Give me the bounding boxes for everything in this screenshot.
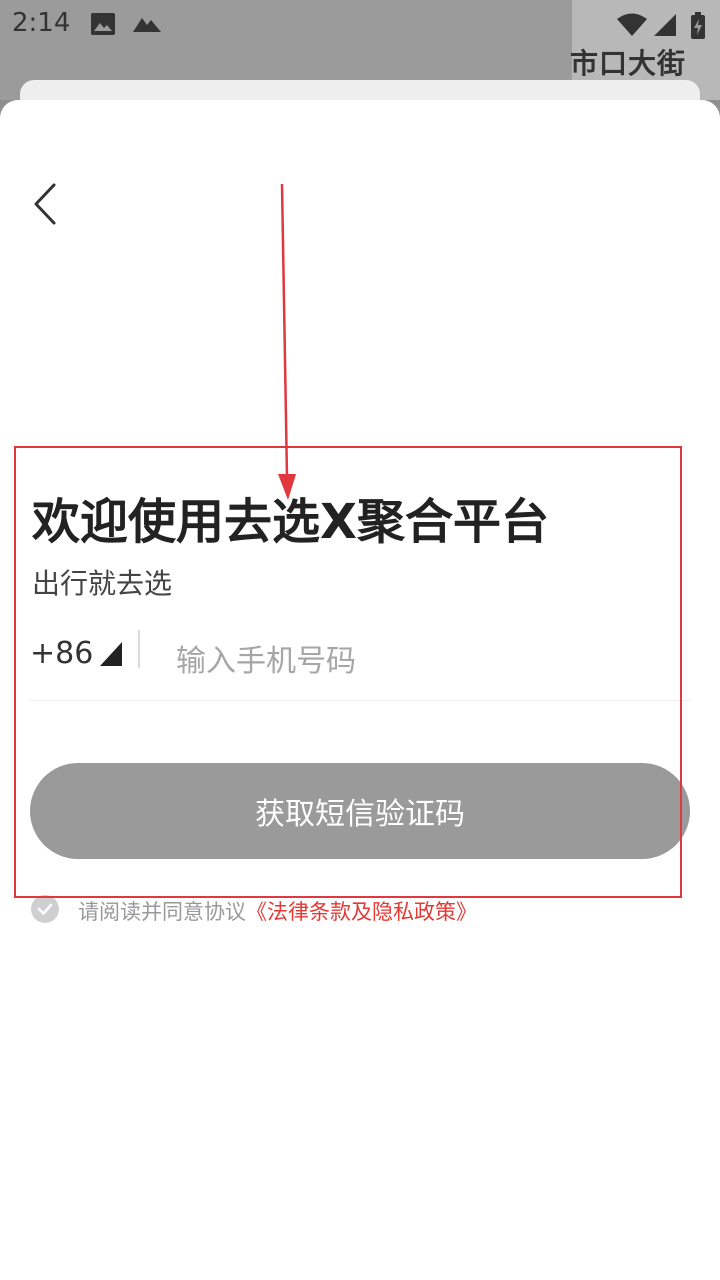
dropdown-triangle-icon[interactable] (100, 642, 122, 666)
status-time: 2:14 (12, 8, 71, 38)
image-icon (91, 13, 115, 35)
wifi-icon (617, 13, 647, 36)
page-subtitle: 出行就去选 (32, 567, 173, 600)
page-title: 欢迎使用去选X聚合平台 (32, 494, 550, 550)
checkmark-icon (37, 903, 53, 915)
login-sheet (0, 100, 720, 1280)
back-chevron-icon[interactable] (30, 182, 70, 226)
input-divider (138, 630, 140, 668)
legal-privacy-link[interactable]: 《法律条款及隐私政策》 (246, 900, 477, 924)
agreement-text: 请阅读并同意协议《法律条款及隐私政策》 (78, 896, 477, 926)
agreement-prefix: 请阅读并同意协议 (78, 900, 246, 924)
input-underline (30, 700, 690, 701)
phone-number-input[interactable] (176, 636, 676, 686)
signal-icon (654, 14, 676, 36)
agreement-checkbox[interactable] (31, 895, 59, 923)
country-code-selector[interactable]: +86 (30, 636, 93, 671)
mountain-icon (133, 18, 161, 32)
get-sms-code-button[interactable]: 获取短信验证码 (30, 763, 690, 859)
map-street-label: 市口大街 (570, 47, 687, 80)
battery-icon (691, 12, 705, 39)
